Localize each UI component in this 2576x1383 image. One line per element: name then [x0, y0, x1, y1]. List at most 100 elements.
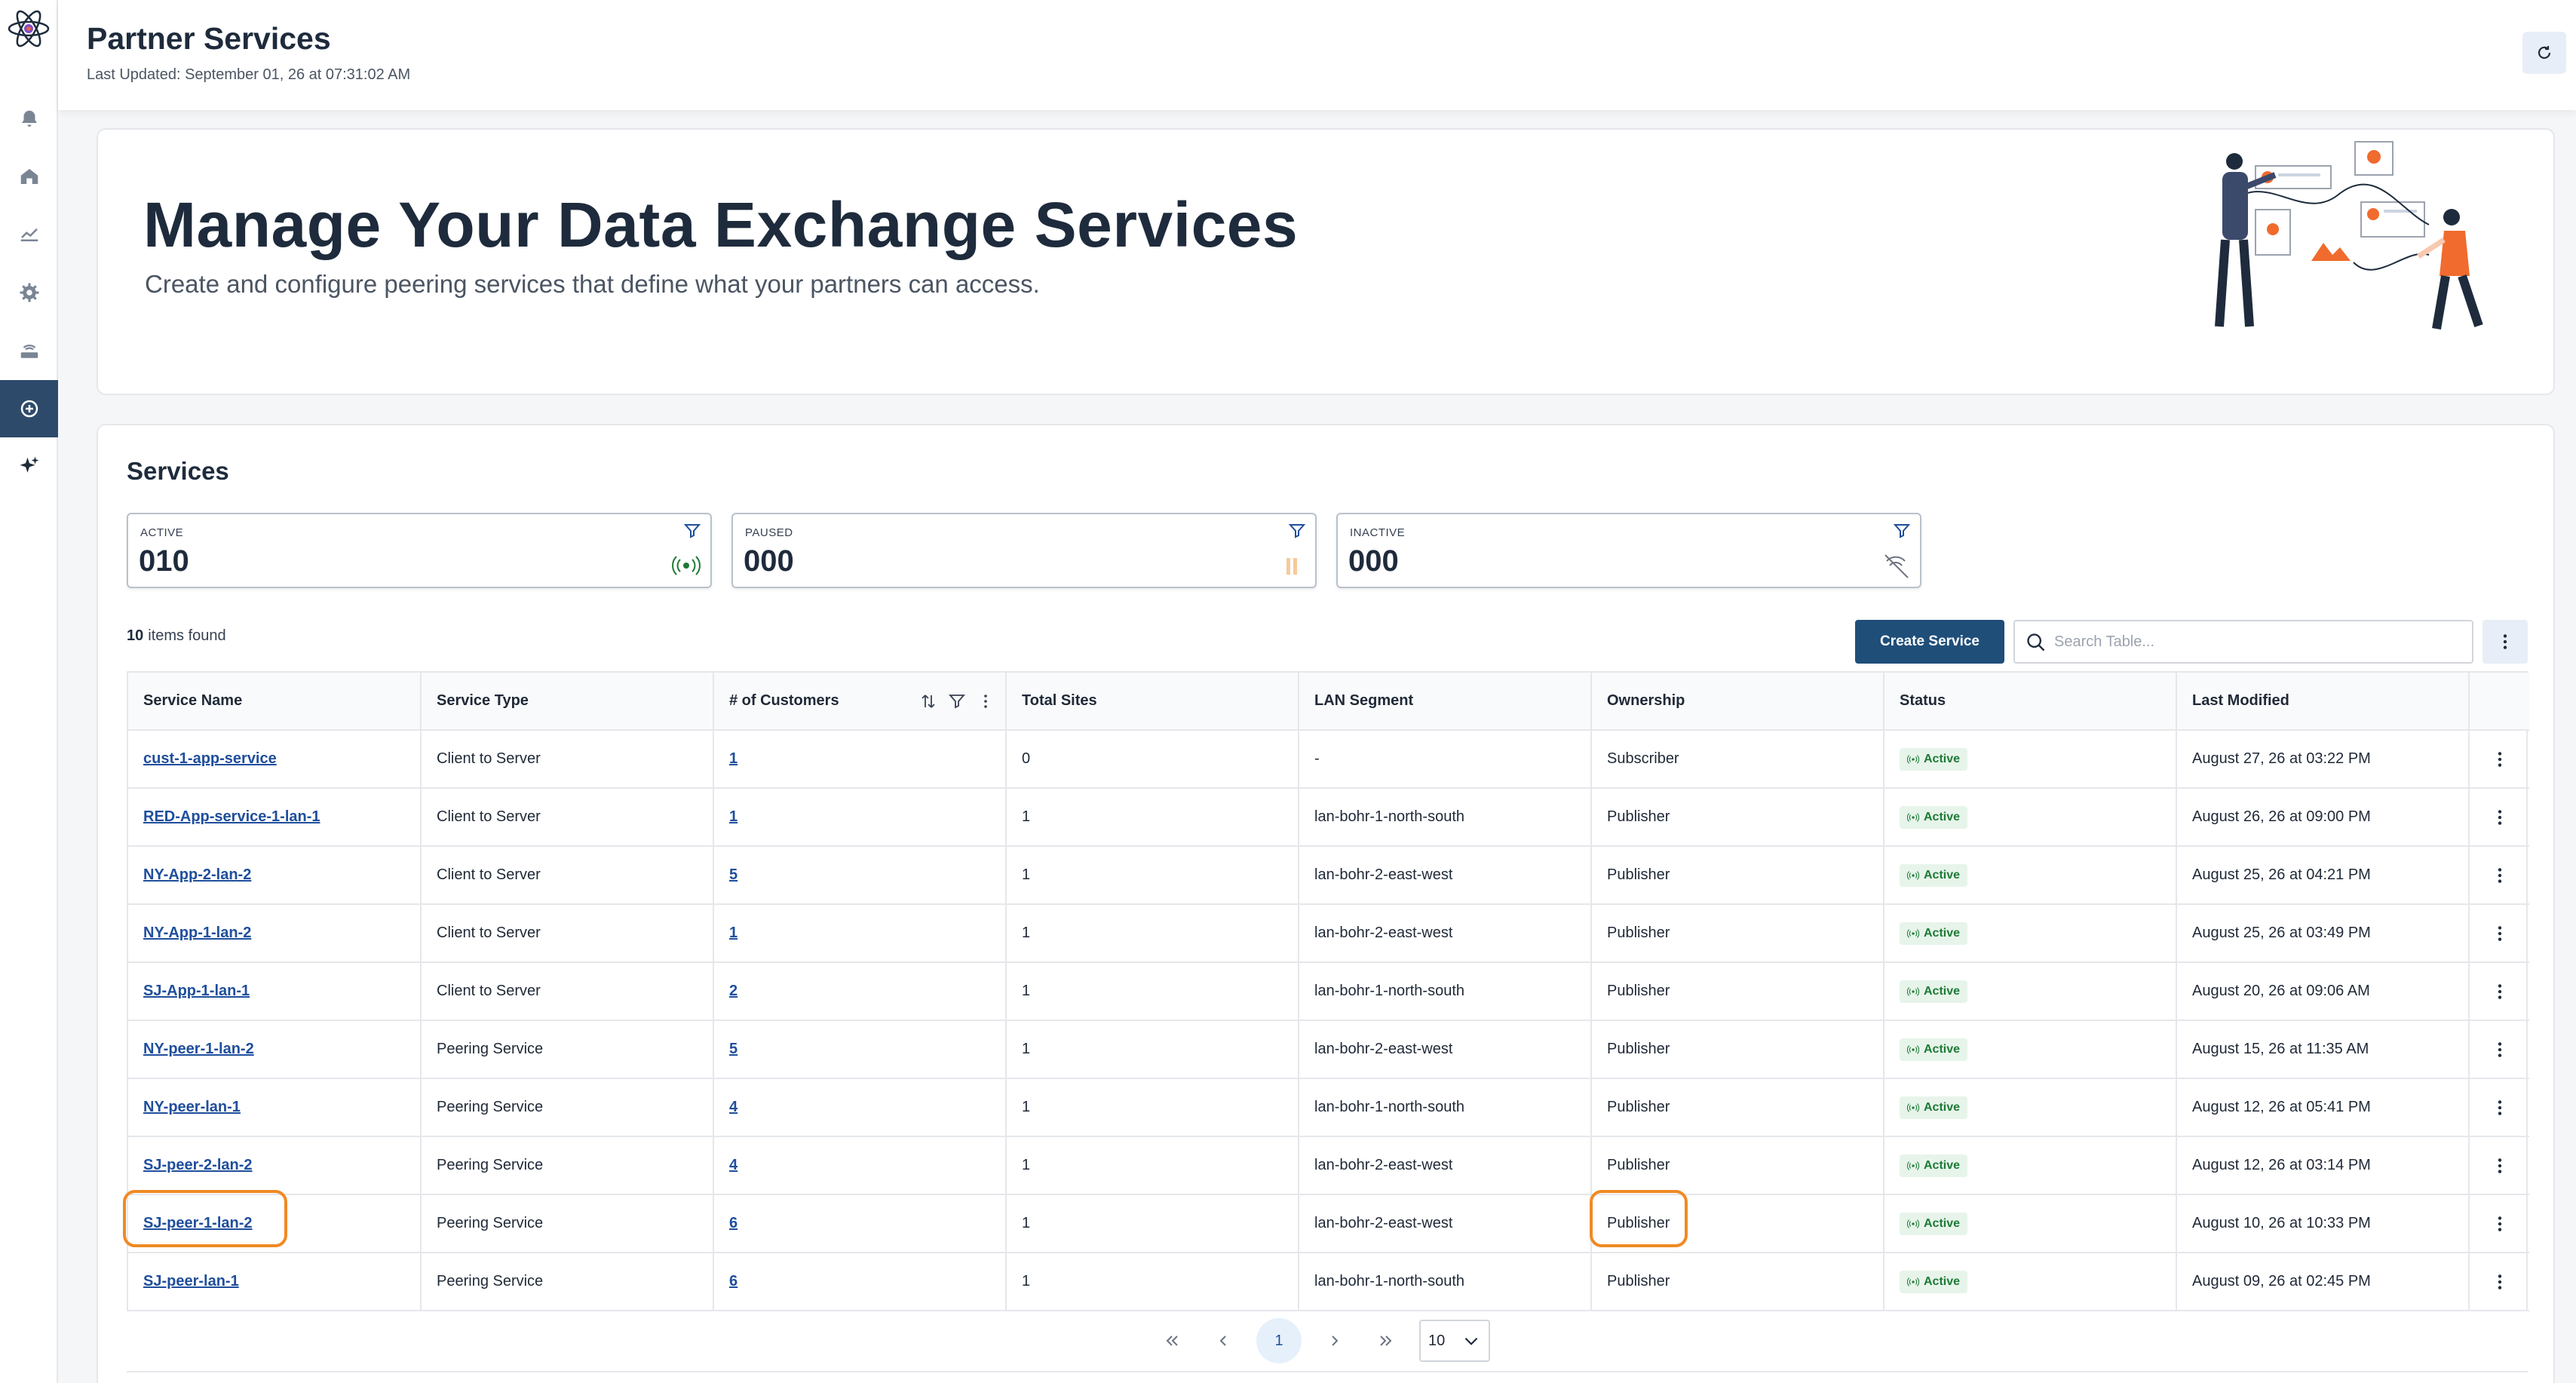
cell-last-modified: August 26, 26 at 09:00 PM — [2176, 788, 2470, 847]
service-name-link[interactable]: NY-peer-lan-1 — [143, 1099, 241, 1115]
table-header-row: Service Name Service Type # of Customers… — [128, 673, 2529, 731]
customers-link[interactable]: 6 — [729, 1215, 738, 1231]
col-header-customers[interactable]: # of Customers — [713, 673, 1007, 731]
row-actions-button[interactable] — [2485, 1137, 2529, 1194]
cell-customers: 2 — [713, 962, 1007, 1021]
cell-last-modified: August 12, 26 at 03:14 PM — [2176, 1136, 2470, 1195]
filter-icon[interactable] — [1288, 522, 1306, 540]
kebab-icon[interactable] — [977, 692, 995, 710]
cell-service-name: NY-peer-lan-1 — [128, 1078, 422, 1137]
filter-icon[interactable] — [683, 522, 701, 540]
create-service-button[interactable]: Create Service — [1855, 620, 2004, 664]
customers-link[interactable]: 4 — [729, 1099, 738, 1115]
row-actions-button[interactable] — [2485, 1021, 2529, 1078]
last-page-button[interactable] — [1368, 1323, 1404, 1359]
cell-row-actions — [2469, 788, 2529, 847]
search-box — [2013, 620, 2473, 664]
stat-card-active[interactable]: ACTIVE 010 — [127, 513, 712, 588]
nav-devices[interactable] — [0, 323, 58, 380]
hero-subtitle: Create and configure peering services th… — [145, 270, 1040, 298]
service-name-link[interactable]: RED-App-service-1-lan-1 — [143, 808, 320, 825]
status-label: Active — [1924, 1158, 1961, 1172]
row-actions-button[interactable] — [2485, 963, 2529, 1020]
router-icon — [20, 345, 38, 358]
status-label: Active — [1924, 868, 1961, 882]
service-name-link[interactable]: SJ-peer-lan-1 — [143, 1273, 239, 1289]
cell-last-modified: August 27, 26 at 03:22 PM — [2176, 730, 2470, 789]
cell-lan-segment: lan-bohr-1-north-south — [1299, 962, 1592, 1021]
stat-value: 000 — [744, 544, 794, 578]
service-name-link[interactable]: NY-App-2-lan-2 — [143, 866, 251, 883]
sort-icon[interactable] — [919, 692, 937, 710]
service-name-link[interactable]: SJ-peer-2-lan-2 — [143, 1157, 253, 1173]
col-header-service-name[interactable]: Service Name — [128, 673, 422, 731]
nav-notifications[interactable] — [0, 90, 58, 148]
col-header-last-modified[interactable]: Last Modified — [2176, 673, 2470, 731]
row-actions-button[interactable] — [2485, 905, 2529, 961]
nav-settings[interactable] — [0, 264, 58, 321]
customers-link[interactable]: 2 — [729, 983, 738, 999]
current-page[interactable]: 1 — [1256, 1318, 1302, 1363]
col-header-lan-segment[interactable]: LAN Segment — [1299, 673, 1592, 731]
prev-page-button[interactable] — [1205, 1323, 1241, 1359]
filter-icon[interactable] — [1893, 522, 1911, 540]
row-actions-button[interactable] — [2485, 1195, 2529, 1252]
table-row: SJ-peer-lan-1 Peering Service 6 1 lan-bohr-1… — [128, 1253, 2529, 1311]
col-header-ownership[interactable]: Ownership — [1591, 673, 1884, 731]
cell-service-name: NY-App-1-lan-2 — [128, 904, 422, 963]
broadcast-icon — [1907, 1044, 1919, 1054]
services-panel: Services ACTIVE 010 PAUSED 000 INACTIVE … — [97, 424, 2555, 1383]
col-header-status[interactable]: Status — [1884, 673, 2177, 731]
customers-link[interactable]: 1 — [729, 925, 738, 941]
cell-ownership: Publisher — [1591, 846, 1884, 905]
cell-ownership: Publisher — [1591, 1194, 1884, 1253]
row-actions-button[interactable] — [2485, 731, 2529, 787]
cell-service-type: Peering Service — [421, 1253, 714, 1311]
table-options-button[interactable] — [2482, 620, 2528, 664]
cell-lan-segment: - — [1299, 730, 1592, 789]
app-logo-icon[interactable] — [6, 6, 51, 51]
search-input[interactable] — [2054, 627, 2461, 656]
column-actions — [919, 692, 995, 710]
customers-link[interactable]: 4 — [729, 1157, 738, 1173]
col-header-service-type[interactable]: Service Type — [421, 673, 714, 731]
search-icon — [2027, 633, 2045, 652]
row-actions-button[interactable] — [2485, 847, 2529, 903]
cell-total-sites: 1 — [1006, 1253, 1299, 1311]
service-name-link[interactable]: NY-peer-1-lan-2 — [143, 1041, 254, 1057]
nav-partner-services[interactable] — [0, 380, 58, 437]
row-actions-button[interactable] — [2485, 1253, 2529, 1310]
first-page-button[interactable] — [1154, 1323, 1190, 1359]
customers-link[interactable]: 1 — [729, 808, 738, 825]
cell-status: Active — [1884, 1253, 2177, 1311]
service-name-link[interactable]: cust-1-app-service — [143, 750, 277, 767]
stat-card-inactive[interactable]: INACTIVE 000 — [1336, 513, 1921, 588]
row-actions-button[interactable] — [2485, 789, 2529, 845]
cell-lan-segment: lan-bohr-1-north-south — [1299, 1253, 1592, 1311]
nav-home[interactable] — [0, 148, 58, 205]
row-actions-button[interactable] — [2485, 1079, 2529, 1136]
customers-link[interactable]: 6 — [729, 1273, 738, 1289]
cell-row-actions — [2469, 904, 2529, 963]
nav-analytics[interactable] — [0, 205, 58, 262]
cell-service-type: Client to Server — [421, 904, 714, 963]
stat-card-paused[interactable]: PAUSED 000 — [731, 513, 1317, 588]
nav-ai-assistant[interactable] — [0, 437, 58, 495]
customers-link[interactable]: 1 — [729, 750, 738, 767]
chevron-left-icon — [1219, 1335, 1226, 1346]
service-name-link[interactable]: SJ-peer-1-lan-2 — [143, 1215, 253, 1231]
kebab-icon — [2503, 634, 2507, 649]
filter-icon[interactable] — [948, 692, 966, 710]
refresh-button[interactable] — [2522, 32, 2566, 74]
items-found: 10 items found — [127, 627, 226, 645]
col-header-total-sites[interactable]: Total Sites — [1006, 673, 1299, 731]
customers-link[interactable]: 5 — [729, 1041, 738, 1057]
next-page-button[interactable] — [1317, 1323, 1353, 1359]
service-name-link[interactable]: SJ-App-1-lan-1 — [143, 983, 250, 999]
status-badge: Active — [1900, 1212, 1968, 1235]
cell-customers: 4 — [713, 1136, 1007, 1195]
partner-services-icon — [20, 400, 38, 418]
page-size-select[interactable]: 10 — [1419, 1320, 1490, 1362]
customers-link[interactable]: 5 — [729, 866, 738, 883]
service-name-link[interactable]: NY-App-1-lan-2 — [143, 925, 251, 941]
